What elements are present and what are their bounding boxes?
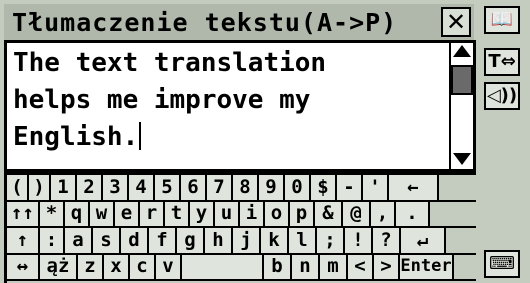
text-editor[interactable]: The text translation helps me improve my… — [4, 40, 476, 172]
key-k-2-13[interactable]: ? — [373, 228, 401, 253]
key-b[interactable]: b — [264, 254, 292, 279]
key-k-0-0[interactable]: ( — [7, 175, 29, 200]
key-k-1-15[interactable]: . — [396, 201, 430, 226]
key-k-1-14[interactable]: , — [371, 201, 396, 226]
key-o[interactable]: o — [265, 201, 290, 226]
key-k-1-12[interactable]: & — [315, 201, 343, 226]
close-button[interactable]: ✕ — [441, 7, 471, 37]
key-w[interactable]: w — [90, 201, 115, 226]
key-i[interactable]: i — [240, 201, 265, 226]
keyboard-toggle-button[interactable]: ⌨ — [484, 250, 520, 278]
key-k-1-1[interactable]: * — [40, 201, 65, 226]
key-s[interactable]: s — [93, 228, 121, 253]
key-u[interactable]: u — [215, 201, 240, 226]
key-k-0-1[interactable]: ) — [29, 175, 51, 200]
editor-text-content: The text translation helps me improve my… — [13, 48, 327, 152]
window-title: Tłumaczenie tekstu(A->P) — [12, 7, 398, 37]
key-k[interactable]: k — [261, 228, 289, 253]
vertical-scrollbar[interactable] — [449, 43, 473, 169]
key-k-3-0[interactable]: ↔ — [7, 254, 40, 279]
key-h[interactable]: h — [205, 228, 233, 253]
key-enter[interactable]: Enter — [400, 254, 454, 279]
text-caret — [139, 122, 142, 150]
speaker-icon: ◁)) — [486, 85, 518, 106]
key-a[interactable]: a — [65, 228, 93, 253]
key-y[interactable]: y — [190, 201, 215, 226]
side-toolbar: 📖 T⇔ ◁)) ⌨ — [480, 4, 526, 283]
key-0[interactable]: 0 — [285, 175, 311, 200]
key-f[interactable]: f — [149, 228, 177, 253]
key-space[interactable] — [182, 254, 264, 279]
keyboard-row: () 1 2 3 4 5 6 7 8 9 0 $ - ' ← — [7, 175, 476, 202]
on-screen-keyboard: () 1 2 3 4 5 6 7 8 9 0 $ - ' ← ↑↑ * q w e r t y u i o p & @,. ↑: a s d f g… — [4, 172, 476, 283]
key-k-2-12[interactable]: ! — [345, 228, 373, 253]
key-t[interactable]: t — [165, 201, 190, 226]
key-j[interactable]: j — [233, 228, 261, 253]
swap-direction-label: T⇔ — [488, 51, 516, 72]
book-icon: 📖 — [490, 9, 514, 30]
key-1[interactable]: 1 — [51, 175, 77, 200]
key-8[interactable]: 8 — [233, 175, 259, 200]
key-z[interactable]: z — [78, 254, 104, 279]
key-k-0-15[interactable]: ← — [389, 175, 439, 200]
key-k-3-10[interactable]: < — [348, 254, 374, 279]
key-p[interactable]: p — [290, 201, 315, 226]
keyboard-row: ↑↑ * q w e r t y u i o p & @,. — [7, 201, 476, 228]
title-bar: Tłumaczenie tekstu(A->P) ✕ — [4, 4, 474, 40]
key-l[interactable]: l — [289, 228, 317, 253]
key-x[interactable]: x — [104, 254, 130, 279]
key-5[interactable]: 5 — [155, 175, 181, 200]
keyboard-row: ↔ ąż z x c v b n m < > Enter — [7, 254, 476, 281]
key-k-1-0[interactable]: ↑↑ — [7, 201, 40, 226]
key-m[interactable]: m — [320, 254, 348, 279]
key-k-0-14[interactable]: ' — [363, 175, 389, 200]
key-v[interactable]: v — [156, 254, 182, 279]
key-4[interactable]: 4 — [129, 175, 155, 200]
key-k-2-0[interactable]: ↑ — [7, 228, 40, 253]
key-3[interactable]: 3 — [103, 175, 129, 200]
key-k-1-13[interactable]: @ — [343, 201, 371, 226]
scroll-down-icon[interactable] — [453, 153, 471, 165]
key-e[interactable]: e — [115, 201, 140, 226]
key-n[interactable]: n — [292, 254, 320, 279]
key-k-2-1[interactable]: : — [40, 228, 65, 253]
key-k-2-14[interactable]: ↵ — [401, 228, 446, 253]
key-c[interactable]: c — [130, 254, 156, 279]
speak-button[interactable]: ◁)) — [484, 82, 520, 110]
key-q[interactable]: q — [65, 201, 90, 226]
key-g[interactable]: g — [177, 228, 205, 253]
scroll-thumb[interactable] — [451, 65, 473, 95]
key-r[interactable]: r — [140, 201, 165, 226]
scroll-up-icon[interactable] — [453, 45, 471, 57]
swap-direction-button[interactable]: T⇔ — [484, 48, 520, 76]
keyboard-icon: ⌨ — [489, 253, 515, 274]
key-k-0-13[interactable]: - — [337, 175, 363, 200]
dictionary-book-button[interactable]: 📖 — [484, 6, 520, 34]
key-k-3-11[interactable]: > — [374, 254, 400, 279]
translator-screen: Tłumaczenie tekstu(A->P) ✕ The text tran… — [0, 0, 530, 283]
key-d[interactable]: d — [121, 228, 149, 253]
key-k-2-11[interactable]: ; — [317, 228, 345, 253]
key-6[interactable]: 6 — [181, 175, 207, 200]
key-k-3-1[interactable]: ąż — [40, 254, 78, 279]
key-7[interactable]: 7 — [207, 175, 233, 200]
keyboard-row: ↑: a s d f g h j k l;!? ↵ — [7, 228, 476, 255]
editor-text[interactable]: The text translation helps me improve my… — [13, 45, 443, 156]
key-9[interactable]: 9 — [259, 175, 285, 200]
key-k-0-12[interactable]: $ — [311, 175, 337, 200]
key-2[interactable]: 2 — [77, 175, 103, 200]
